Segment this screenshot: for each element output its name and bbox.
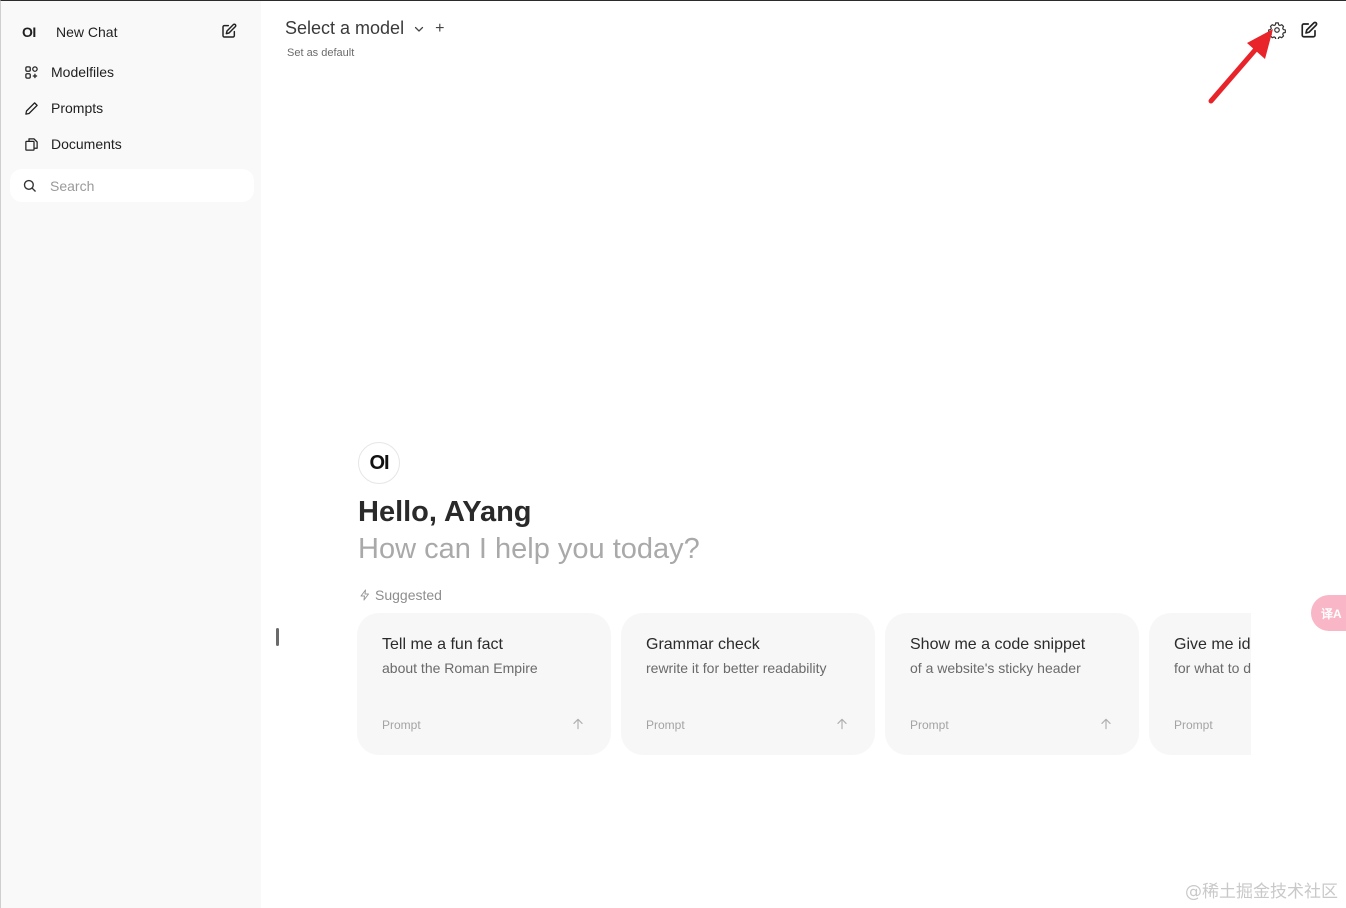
pencil-icon bbox=[21, 98, 41, 118]
modelfiles-icon bbox=[21, 62, 41, 82]
sidebar-item-label: Modelfiles bbox=[51, 64, 115, 80]
suggestion-title: Tell me a fun fact bbox=[382, 636, 503, 653]
suggestion-title: Grammar check bbox=[646, 636, 760, 653]
suggestion-tag: Prompt bbox=[382, 718, 421, 732]
chevron-down-icon bbox=[413, 23, 425, 35]
sidebar-resize-handle[interactable] bbox=[276, 628, 279, 646]
search-icon bbox=[22, 178, 38, 194]
bolt-icon bbox=[359, 589, 371, 601]
suggestion-desc: for what to do bbox=[1174, 660, 1251, 676]
model-select-label: Select a model bbox=[285, 18, 405, 38]
edit-icon[interactable] bbox=[1299, 20, 1319, 40]
arrow-up-icon bbox=[571, 717, 585, 731]
greeting-title: Hello, AYang bbox=[358, 496, 532, 528]
set-as-default-link[interactable]: Set as default bbox=[287, 47, 354, 59]
suggestion-tag: Prompt bbox=[1174, 718, 1213, 732]
app-logo: OI bbox=[22, 24, 36, 40]
annotation-arrow-icon bbox=[1208, 29, 1273, 104]
model-selector[interactable]: Select a model + bbox=[285, 18, 444, 39]
sidebar-item-modelfiles[interactable]: Modelfiles bbox=[11, 57, 253, 87]
suggestion-cards: Tell me a fun fact about the Roman Empir… bbox=[357, 613, 1251, 759]
arrow-up-icon bbox=[835, 717, 849, 731]
suggested-label: Suggested bbox=[359, 587, 442, 603]
sidebar-item-prompts[interactable]: Prompts bbox=[11, 93, 253, 123]
watermark: @稀土掘金技术社区 bbox=[1185, 882, 1338, 902]
suggestion-card[interactable]: Grammar check rewrite it for better read… bbox=[621, 613, 875, 755]
sidebar-item-label: Documents bbox=[51, 136, 122, 152]
new-chat-button[interactable]: OI New Chat bbox=[11, 17, 253, 47]
suggestion-tag: Prompt bbox=[646, 718, 685, 732]
new-chat-edit-icon[interactable] bbox=[221, 23, 239, 41]
add-model-button[interactable]: + bbox=[435, 20, 444, 38]
sidebar-item-label: Prompts bbox=[51, 100, 104, 116]
suggestion-card[interactable]: Tell me a fun fact about the Roman Empir… bbox=[357, 613, 611, 755]
suggestion-desc: of a website's sticky header bbox=[910, 660, 1081, 676]
suggestion-desc: rewrite it for better readability bbox=[646, 660, 827, 676]
search-input[interactable] bbox=[48, 176, 232, 195]
arrow-up-icon bbox=[1099, 717, 1113, 731]
suggestion-card[interactable]: Give me ideas for what to do Prompt bbox=[1149, 613, 1251, 755]
search-box[interactable] bbox=[10, 169, 254, 202]
greeting-subtitle: How can I help you today? bbox=[358, 533, 700, 565]
app-window: OI New Chat Modelfiles Prompts Documents… bbox=[0, 0, 1346, 908]
suggested-text: Suggested bbox=[375, 587, 442, 603]
sidebar: OI New Chat Modelfiles Prompts Documents… bbox=[1, 1, 261, 908]
welcome-logo: OI bbox=[358, 442, 400, 484]
suggestion-title: Give me ideas bbox=[1174, 636, 1251, 653]
suggestion-card[interactable]: Show me a code snippet of a website's st… bbox=[885, 613, 1139, 755]
suggestion-tag: Prompt bbox=[910, 718, 949, 732]
suggestion-title: Show me a code snippet bbox=[910, 636, 1086, 653]
translate-button[interactable]: 译A bbox=[1311, 595, 1346, 631]
new-chat-label: New Chat bbox=[56, 24, 118, 40]
sidebar-item-documents[interactable]: Documents bbox=[11, 129, 253, 159]
documents-icon bbox=[21, 134, 41, 154]
suggestion-desc: about the Roman Empire bbox=[382, 660, 538, 676]
